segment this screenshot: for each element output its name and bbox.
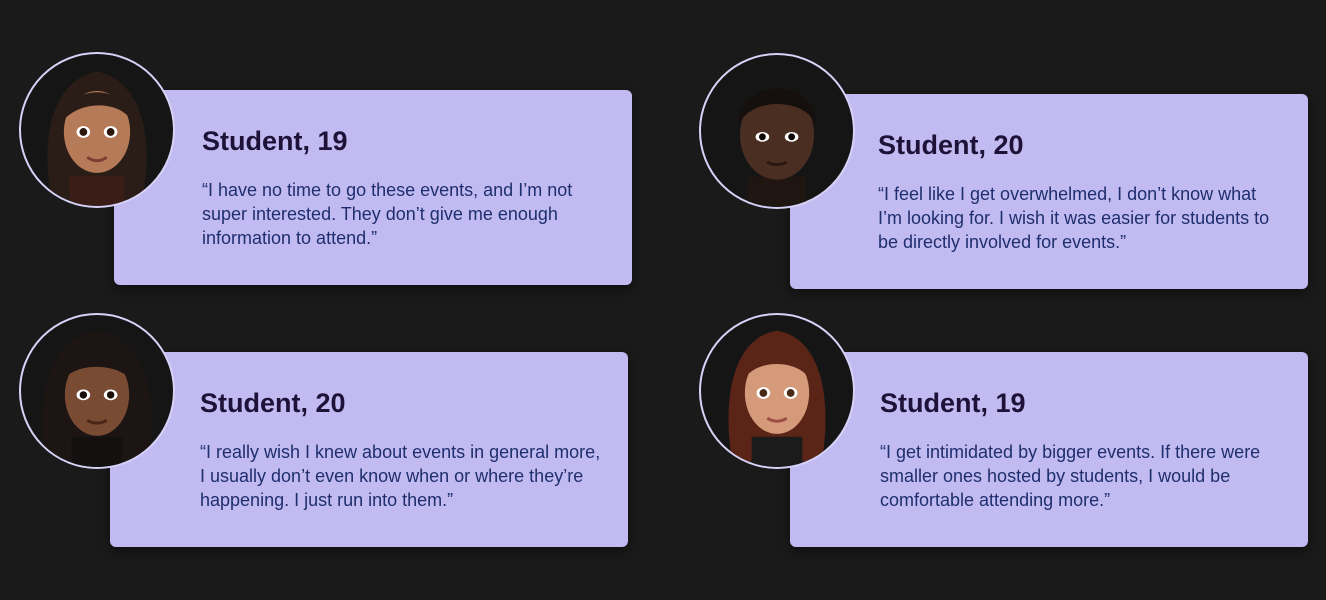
testimonial-quote: “I have no time to go these events, and … xyxy=(202,180,573,248)
testimonial-quote: “I really wish I knew about events in ge… xyxy=(200,442,601,510)
testimonial-title: Student, 19 xyxy=(880,388,1026,418)
testimonial-card: Student, 20 “I really wish I knew about … xyxy=(110,352,628,547)
memoji-avatar-icon xyxy=(699,53,855,209)
testimonial-title: Student, 20 xyxy=(200,388,346,418)
testimonial-card: Student, 19 “I have no time to go these … xyxy=(114,90,632,285)
memoji-avatar-icon xyxy=(19,313,175,469)
testimonial-quote: “I feel like I get overwhelmed, I don’t … xyxy=(878,184,1270,252)
memoji-avatar-icon xyxy=(19,52,175,208)
testimonial-title: Student, 20 xyxy=(878,130,1024,160)
testimonial-quote: “I get intimidated by bigger events. If … xyxy=(880,442,1261,510)
testimonial-card: Student, 19 “I get intimidated by bigger… xyxy=(790,352,1308,547)
testimonial-card: Student, 20 “I feel like I get overwhelm… xyxy=(790,94,1308,289)
testimonial-title: Student, 19 xyxy=(202,126,348,156)
memoji-avatar-icon xyxy=(699,313,855,469)
